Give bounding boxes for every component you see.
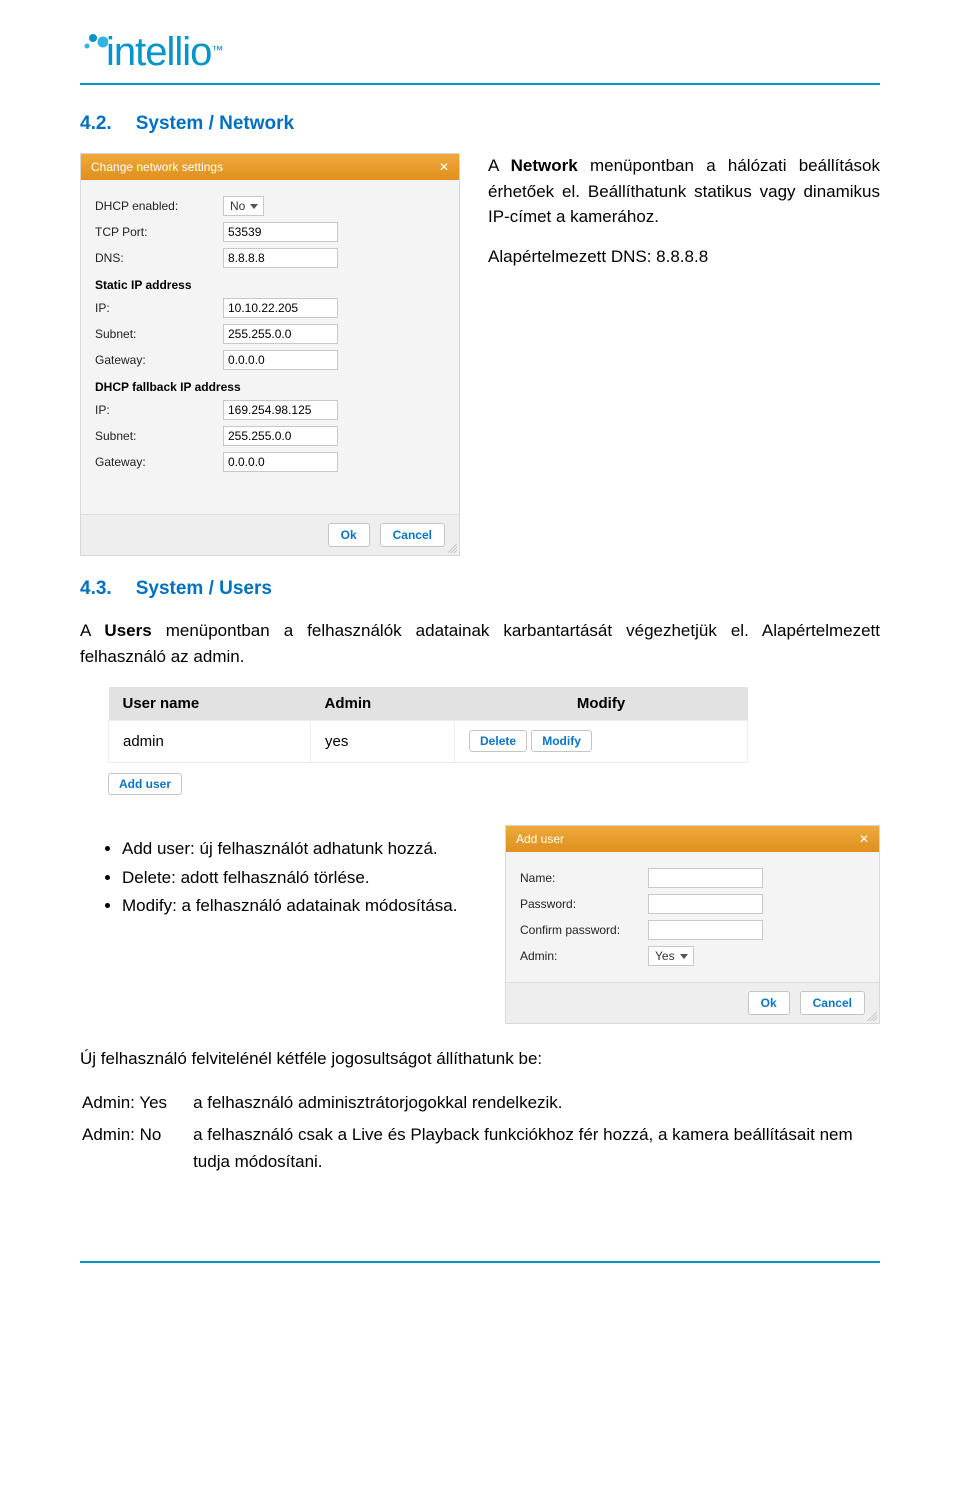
dialog-header: Add user ✕ xyxy=(506,826,879,852)
password-label: Password: xyxy=(520,897,640,911)
add-user-dialog: Add user ✕ Name: Password: Confirm passw… xyxy=(505,825,880,1024)
close-icon[interactable]: ✕ xyxy=(439,160,449,174)
cell-admin: yes xyxy=(310,720,454,762)
delete-button[interactable]: Delete xyxy=(469,730,527,752)
section-name: System / Network xyxy=(136,113,294,134)
fallback-gateway-label: Gateway: xyxy=(95,455,215,469)
confirm-password-label: Confirm password: xyxy=(520,923,640,937)
logo: intellio ™ xyxy=(80,20,880,79)
list-item: Delete: adott felhasználó törlése. xyxy=(122,864,477,893)
static-gateway-input[interactable] xyxy=(223,350,338,370)
users-table-block: User name Admin Modify admin yes Delete … xyxy=(108,687,748,795)
static-ip-label: IP: xyxy=(95,301,215,315)
cancel-button[interactable]: Cancel xyxy=(380,523,445,547)
dialog-header: Change network settings ✕ xyxy=(81,154,459,180)
admin-no-desc: a felhasználó csak a Live és Playback fu… xyxy=(193,1122,878,1179)
add-user-button[interactable]: Add user xyxy=(108,773,182,795)
users-col-username: User name xyxy=(109,687,311,721)
network-para-2: Alapértelmezett DNS: 8.8.8.8 xyxy=(488,244,880,270)
logo-text: intellio xyxy=(106,30,211,75)
fallback-gateway-input[interactable] xyxy=(223,452,338,472)
network-dialog: Change network settings ✕ DHCP enabled: … xyxy=(80,153,460,556)
fallback-ip-input[interactable] xyxy=(223,400,338,420)
resize-grip-icon[interactable] xyxy=(447,543,457,553)
dns-label: DNS: xyxy=(95,251,215,265)
cancel-button[interactable]: Cancel xyxy=(800,991,865,1015)
fallback-ip-heading: DHCP fallback IP address xyxy=(95,380,445,394)
section-number: 4.2. xyxy=(80,113,112,134)
static-subnet-label: Subnet: xyxy=(95,327,215,341)
static-ip-heading: Static IP address xyxy=(95,278,445,292)
fallback-subnet-input[interactable] xyxy=(223,426,338,446)
cell-actions: Delete Modify xyxy=(455,720,748,762)
table-row: admin yes Delete Modify xyxy=(109,720,748,762)
fallback-ip-label: IP: xyxy=(95,403,215,417)
static-ip-input[interactable] xyxy=(223,298,338,318)
section-users-title: 4.3. System / Users xyxy=(80,578,880,600)
admin-rights-table: Admin: Yes a felhasználó adminisztrátorj… xyxy=(80,1088,880,1181)
dialog-title: Change network settings xyxy=(91,160,223,174)
dhcp-label: DHCP enabled: xyxy=(95,199,215,213)
ok-button[interactable]: Ok xyxy=(328,523,370,547)
tcp-port-input[interactable] xyxy=(223,222,338,242)
confirm-password-input[interactable] xyxy=(648,920,763,940)
static-gateway-label: Gateway: xyxy=(95,353,215,367)
dns-input[interactable] xyxy=(223,248,338,268)
logo-trademark: ™ xyxy=(211,43,223,57)
footer-divider xyxy=(80,1261,880,1263)
network-para-1: A Network menüpontban a hálózati beállít… xyxy=(488,153,880,230)
name-label: Name: xyxy=(520,871,640,885)
users-para: A Users menüpontban a felhasználók adata… xyxy=(80,618,880,671)
admin-no-label: Admin: No xyxy=(82,1122,191,1179)
users-col-modify: Modify xyxy=(455,687,748,721)
section-number: 4.3. xyxy=(80,578,112,599)
modify-button[interactable]: Modify xyxy=(531,730,592,752)
list-item: Add user: új felhasználót adhatunk hozzá… xyxy=(122,835,477,864)
cell-username: admin xyxy=(109,720,311,762)
tcp-port-label: TCP Port: xyxy=(95,225,215,239)
ok-button[interactable]: Ok xyxy=(748,991,790,1015)
logo-dots-icon xyxy=(82,33,108,51)
dialog-title: Add user xyxy=(516,832,564,846)
resize-grip-icon[interactable] xyxy=(867,1011,877,1021)
new-user-para: Új felhasználó felvitelénél kétféle jogo… xyxy=(80,1046,880,1072)
password-input[interactable] xyxy=(648,894,763,914)
static-subnet-input[interactable] xyxy=(223,324,338,344)
admin-label: Admin: xyxy=(520,949,640,963)
admin-select[interactable]: Yes xyxy=(648,946,694,966)
section-network-title: 4.2. System / Network xyxy=(80,113,880,135)
users-col-admin: Admin xyxy=(310,687,454,721)
dhcp-select[interactable]: No xyxy=(223,196,264,216)
header-divider xyxy=(80,83,880,85)
close-icon[interactable]: ✕ xyxy=(859,832,869,846)
admin-yes-desc: a felhasználó adminisztrátorjogokkal ren… xyxy=(193,1090,878,1120)
bullet-list: Add user: új felhasználót adhatunk hozzá… xyxy=(122,835,477,922)
fallback-subnet-label: Subnet: xyxy=(95,429,215,443)
section-name: System / Users xyxy=(136,578,272,599)
name-input[interactable] xyxy=(648,868,763,888)
admin-yes-label: Admin: Yes xyxy=(82,1090,191,1120)
list-item: Modify: a felhasználó adatainak módosítá… xyxy=(122,892,477,921)
